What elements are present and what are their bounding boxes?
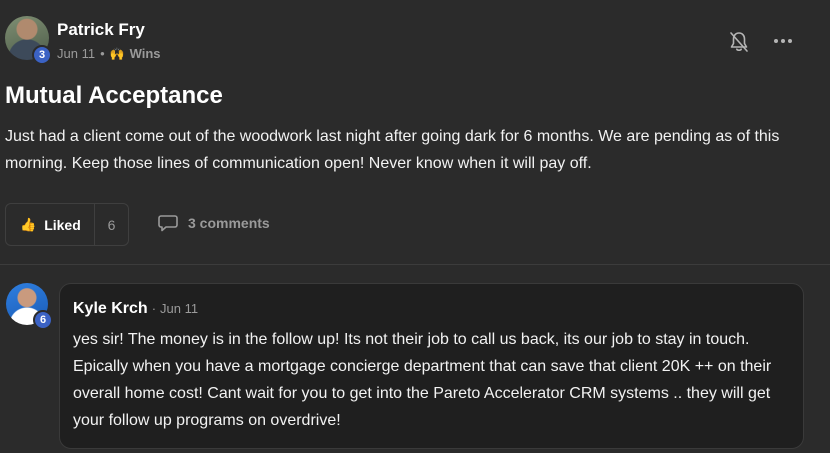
like-button[interactable]: 👍 Liked [6, 204, 95, 245]
level-badge: 6 [33, 310, 53, 330]
comments-button[interactable]: 3 comments [158, 214, 270, 232]
like-label: Liked [44, 216, 81, 233]
post-meta: Jun 11 • 🙌 Wins [57, 46, 161, 61]
comment-date[interactable]: Jun 11 [160, 301, 198, 316]
meta-separator: · [151, 301, 157, 316]
post-title: Mutual Acceptance [5, 82, 223, 109]
post-date[interactable]: Jun 11 [57, 46, 95, 61]
bell-off-icon[interactable] [729, 31, 749, 53]
author-avatar[interactable]: 3 [5, 16, 52, 65]
comment-body: yes sir! The money is in the follow up! … [73, 331, 772, 429]
divider [0, 264, 830, 265]
commenter-name[interactable]: Kyle Krch [73, 300, 148, 318]
raised-hands-icon: 🙌 [109, 46, 125, 61]
comment-icon [158, 215, 178, 232]
author-name[interactable]: Patrick Fry [57, 20, 145, 40]
post-card: 3 Patrick Fry Jun 11 • 🙌 Wins Mutual Acc… [0, 0, 830, 453]
comment-bubble: Kyle Krch · Jun 11 yes sir! The money is… [59, 283, 804, 449]
like-control: 👍 Liked 6 [5, 203, 129, 246]
comment-header: Kyle Krch · Jun 11 [73, 300, 198, 318]
meta-separator: • [100, 46, 105, 61]
level-badge: 3 [32, 45, 52, 65]
comments-label: 3 comments [188, 215, 270, 231]
commenter-avatar[interactable]: 6 [6, 283, 54, 331]
post-body: Just had a client come out of the woodwo… [5, 128, 780, 172]
thumbs-up-icon: 👍 [20, 216, 37, 232]
like-count[interactable]: 6 [95, 217, 128, 233]
more-options-icon[interactable] [772, 32, 794, 50]
post-category[interactable]: Wins [130, 46, 161, 61]
